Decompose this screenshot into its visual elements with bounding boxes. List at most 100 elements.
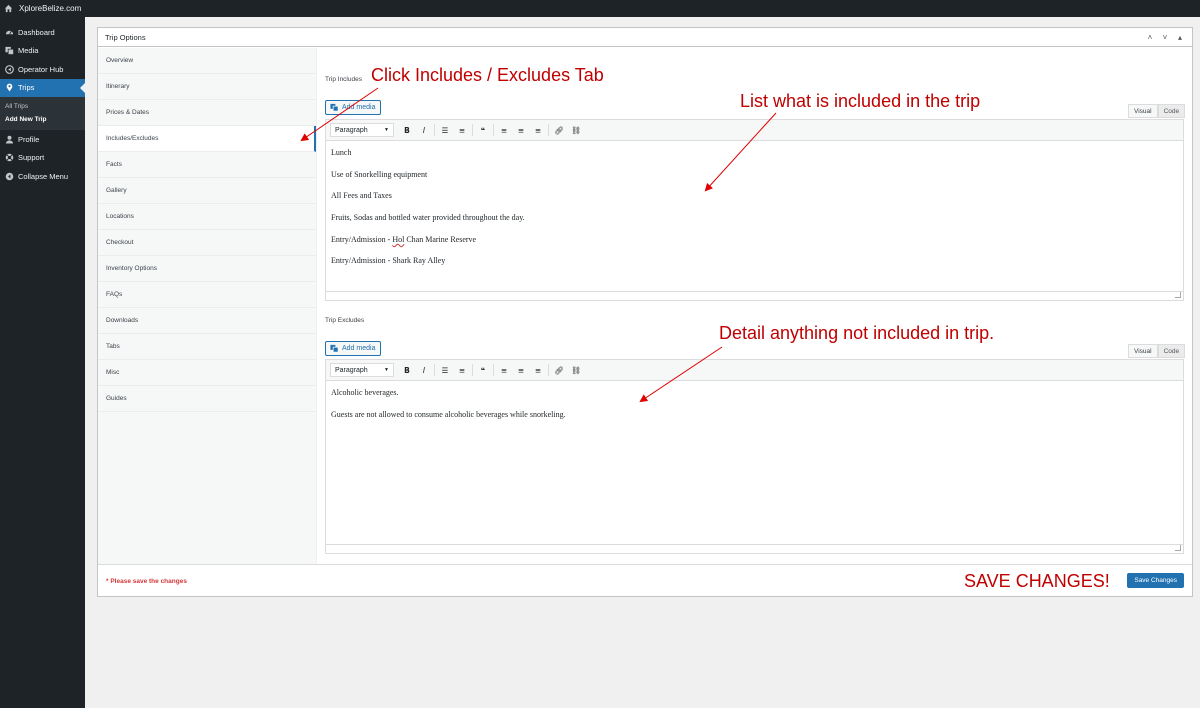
dashboard-icon <box>4 27 14 37</box>
media-icon <box>4 46 14 56</box>
add-media-label: Add media <box>342 345 376 352</box>
unlink-icon[interactable]: ⛓︎ <box>569 123 583 137</box>
metabox-header: Trip Options ˄ ˅ ▴ <box>98 28 1192 47</box>
numbered-list-icon[interactable]: ≡ <box>455 363 469 377</box>
menu-label: Profile <box>18 134 40 144</box>
menu-label: Operator Hub <box>18 64 64 74</box>
move-down-icon[interactable]: ˅ <box>1160 33 1170 42</box>
tab-misc[interactable]: Misc <box>98 360 316 386</box>
include-line: All Fees and Taxes <box>331 191 392 201</box>
menu-item-trips[interactable]: Trips <box>0 78 85 97</box>
align-left-icon[interactable]: ≡ <box>497 123 511 137</box>
metabox-title: Trip Options <box>105 32 146 42</box>
italic-icon[interactable]: I <box>417 123 431 137</box>
add-media-icon <box>330 344 339 353</box>
align-center-icon[interactable]: ≡ <box>514 363 528 377</box>
submenu-add-new-trip[interactable]: Add New Trip <box>0 113 85 126</box>
menu-label: Media <box>18 46 39 56</box>
menu-item-dashboard[interactable]: Dashboard <box>0 23 85 42</box>
align-center-icon[interactable]: ≡ <box>514 123 528 137</box>
includes-editor-body[interactable]: Lunch Use of Snorkelling equipment All F… <box>326 141 1183 285</box>
exclude-line: Alcoholic beverages. <box>331 388 399 397</box>
tab-inventory-options[interactable]: Inventory Options <box>98 256 316 282</box>
tab-locations[interactable]: Locations <box>98 204 316 230</box>
menu-label: Support <box>18 153 45 163</box>
add-media-button-excludes[interactable]: Add media <box>325 341 382 356</box>
tab-itinerary[interactable]: Itinerary <box>98 74 316 100</box>
includes-excludes-panel: Trip Includes Add media Visual Code Para… <box>325 48 1186 564</box>
toggle-panel-icon[interactable]: ▴ <box>1175 33 1185 42</box>
tab-facts[interactable]: Facts <box>98 152 316 178</box>
admin-bar: XploreBelize.com <box>0 0 1200 17</box>
format-select[interactable]: Paragraph ▼ <box>330 123 394 137</box>
home-icon[interactable] <box>4 4 14 14</box>
submenu-all-trips[interactable]: All Trips <box>0 100 85 113</box>
tab-overview[interactable]: Overview <box>98 48 316 74</box>
editor-toolbar: Paragraph ▼ B I ☰ ≡ ❝ ≡ ≡ ≡ 🔗︎ ⛓︎ <box>326 120 1183 141</box>
align-right-icon[interactable]: ≡ <box>531 363 545 377</box>
add-media-icon <box>330 103 339 112</box>
align-right-icon[interactable]: ≡ <box>531 123 545 137</box>
numbered-list-icon[interactable]: ≡ <box>455 123 469 137</box>
save-changes-button[interactable]: Save Changes <box>1127 573 1184 588</box>
annotation-click-tab: Click Includes / Excludes Tab <box>371 65 604 85</box>
includes-editor: Paragraph ▼ B I ☰ ≡ ❝ ≡ ≡ ≡ 🔗︎ ⛓︎ Lunch U… <box>325 119 1184 301</box>
italic-icon[interactable]: I <box>417 363 431 377</box>
tab-tabs[interactable]: Tabs <box>98 334 316 360</box>
blockquote-icon[interactable]: ❝ <box>476 123 490 137</box>
tab-checkout[interactable]: Checkout <box>98 230 316 256</box>
visual-tab-excludes[interactable]: Visual <box>1128 344 1158 358</box>
move-up-icon[interactable]: ˄ <box>1145 33 1155 42</box>
trip-includes-label: Trip Includes <box>325 76 362 83</box>
annotation-list-included: List what is included in the trip <box>740 91 981 111</box>
user-icon <box>4 134 14 144</box>
blockquote-icon[interactable]: ❝ <box>476 363 490 377</box>
bold-icon[interactable]: B <box>400 123 414 137</box>
tab-includes-excludes[interactable]: Includes/Excludes <box>98 126 316 152</box>
bold-icon[interactable]: B <box>400 363 414 377</box>
menu-label: Dashboard <box>18 27 55 37</box>
menu-item-operator-hub[interactable]: Operator Hub <box>0 60 85 79</box>
include-line: Entry/Admission - Hol Chan Marine Reserv… <box>331 234 477 244</box>
editor-status-bar <box>326 291 1183 300</box>
site-name-link[interactable]: XploreBelize.com <box>19 4 81 13</box>
tab-prices-dates[interactable]: Prices & Dates <box>98 100 316 126</box>
include-line: Fruits, Sodas and bottled water provided… <box>331 213 525 223</box>
tab-gallery[interactable]: Gallery <box>98 178 316 204</box>
menu-item-support[interactable]: Support <box>0 149 85 168</box>
resize-handle[interactable] <box>1175 545 1181 551</box>
trip-options-tabs: Overview Itinerary Prices & Dates Includ… <box>98 48 317 564</box>
editor-status-bar <box>326 544 1183 553</box>
admin-sidebar: Dashboard Media Operator Hub Trips All T… <box>0 17 85 708</box>
include-line: Entry/Admission - Shark Ray Alley <box>331 256 446 266</box>
hub-icon <box>4 64 14 74</box>
align-left-icon[interactable]: ≡ <box>497 363 511 377</box>
link-icon[interactable]: 🔗︎ <box>552 363 566 377</box>
editor-toolbar: Paragraph ▼ B I ☰ ≡ ❝ ≡ ≡ ≡ 🔗︎ ⛓︎ <box>326 360 1183 381</box>
menu-item-collapse[interactable]: Collapse Menu <box>0 167 85 186</box>
excludes-editor-body[interactable]: Alcoholic beverages. Guests are not allo… <box>326 381 1183 438</box>
link-icon[interactable]: 🔗︎ <box>552 123 566 137</box>
annotation-save-changes: SAVE CHANGES! <box>964 571 1110 591</box>
resize-handle[interactable] <box>1175 292 1181 298</box>
menu-item-media[interactable]: Media <box>0 42 85 61</box>
format-select[interactable]: Paragraph ▼ <box>330 363 394 377</box>
add-media-button-includes[interactable]: Add media <box>325 100 382 115</box>
support-icon <box>4 153 14 163</box>
bullet-list-icon[interactable]: ☰ <box>438 123 452 137</box>
collapse-icon <box>4 171 14 181</box>
tab-downloads[interactable]: Downloads <box>98 308 316 334</box>
menu-label: Collapse Menu <box>18 171 69 181</box>
tab-guides[interactable]: Guides <box>98 386 316 412</box>
trips-submenu: All Trips Add New Trip <box>0 97 85 130</box>
include-line: Lunch <box>331 148 352 157</box>
visual-tab-includes[interactable]: Visual <box>1128 104 1158 118</box>
tab-faqs[interactable]: FAQs <box>98 282 316 308</box>
include-line: Use of Snorkelling equipment <box>331 169 428 179</box>
code-tab-includes[interactable]: Code <box>1157 104 1186 118</box>
bullet-list-icon[interactable]: ☰ <box>438 363 452 377</box>
code-tab-excludes[interactable]: Code <box>1157 344 1186 358</box>
unlink-icon[interactable]: ⛓︎ <box>569 363 583 377</box>
excludes-editor: Paragraph ▼ B I ☰ ≡ ❝ ≡ ≡ ≡ 🔗︎ ⛓︎ Alcohol… <box>325 359 1184 554</box>
menu-item-profile[interactable]: Profile <box>0 130 85 149</box>
